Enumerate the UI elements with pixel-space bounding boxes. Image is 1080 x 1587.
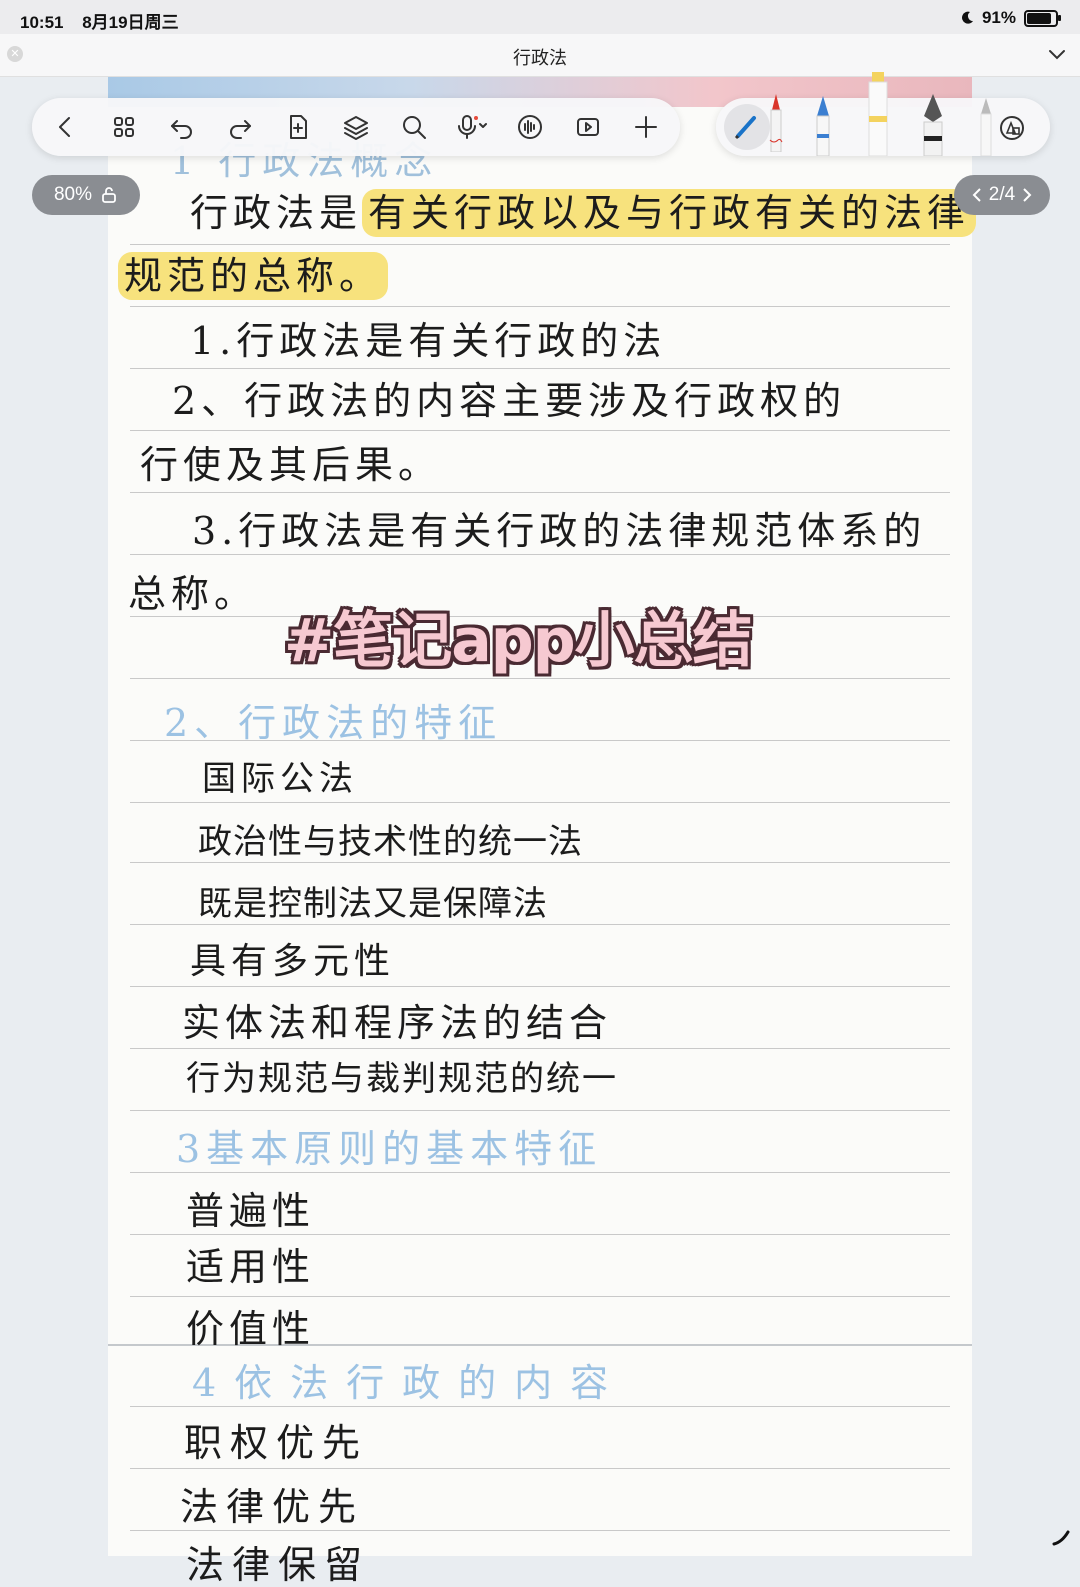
s2-item: 实体法和程序法的结合 (182, 1001, 613, 1045)
undo-icon[interactable] (166, 111, 198, 143)
pencil-icon[interactable] (812, 94, 834, 157)
ruled-line (130, 1110, 950, 1111)
ruled-line (130, 802, 950, 803)
ruled-line (130, 430, 950, 431)
document-title[interactable]: 行政法 (0, 44, 1080, 70)
ruled-line (130, 1406, 950, 1407)
fountain-pen-icon[interactable] (920, 92, 946, 157)
s4-item: 法律保留 (186, 1543, 371, 1587)
s2-item: 政治性与技术性的统一法 (198, 822, 583, 862)
ruled-line (130, 492, 950, 493)
note-line-1: 行政法是 有关行政以及与行政有关的法律 (190, 189, 977, 237)
redo-icon[interactable] (224, 111, 256, 143)
add-page-icon[interactable] (282, 111, 314, 143)
note-item-3a: 3.行政法是有关行政的法律规范体系的 (192, 509, 927, 553)
ruled-line (130, 1296, 950, 1297)
eraser-pencil-icon[interactable] (978, 96, 994, 157)
ruled-line (130, 862, 950, 863)
title-bar: ✕ 行政法 (0, 34, 1080, 77)
overlay-hashtag: #笔记app小总结 (284, 606, 753, 676)
back-icon[interactable] (50, 111, 82, 143)
zoom-indicator[interactable]: 80% (32, 175, 140, 215)
note-line-2: 规范的总称。 (118, 252, 389, 300)
ruled-line (130, 244, 950, 245)
layers-icon[interactable] (340, 111, 372, 143)
s2-item: 行为规范与裁判规范的统一 (186, 1059, 618, 1099)
microphone-icon[interactable] (452, 111, 496, 143)
search-icon[interactable] (398, 111, 430, 143)
chevron-left-icon[interactable] (971, 186, 983, 204)
note-item-2b: 行使及其后果。 (140, 443, 442, 487)
pen-icon[interactable] (724, 104, 770, 150)
section-2-heading: 2、行政法的特征 (164, 701, 503, 745)
shapes-icon[interactable] (998, 114, 1026, 142)
s2-item: 具有多元性 (190, 941, 396, 982)
ruled-line (130, 306, 950, 307)
s4-item: 法律优先 (180, 1485, 365, 1529)
plus-icon[interactable] (630, 111, 662, 143)
marker-icon[interactable] (766, 92, 786, 153)
note-item-1: 1.行政法是有关行政的法 (190, 319, 667, 363)
highlighted-text: 规范的总称。 (118, 252, 389, 300)
ruled-line (130, 1530, 950, 1531)
ruled-line (130, 554, 950, 555)
moon-icon (961, 11, 973, 24)
status-time: 10:51 (20, 13, 64, 32)
section-4-heading: 4依法行政的内容 (192, 1361, 627, 1405)
s2-item: 国际公法 (202, 759, 358, 799)
zoom-label: 80% (53, 184, 93, 205)
note-toolbar (32, 98, 680, 156)
s4-item: 职权优先 (184, 1421, 369, 1465)
battery-percent: 91% (981, 8, 1016, 27)
pencil-hover-icon (1052, 1530, 1070, 1546)
ruled-line (130, 1234, 950, 1235)
chevron-right-icon[interactable] (1021, 186, 1033, 204)
ruled-line (130, 986, 950, 987)
grid-icon[interactable] (108, 111, 140, 143)
s3-item: 适用性 (186, 1245, 316, 1289)
chevron-down-icon[interactable] (1046, 44, 1068, 64)
highlighted-text: 有关行政以及与行政有关的法律 (362, 189, 977, 237)
audio-wave-icon[interactable] (514, 111, 546, 143)
battery-icon (1024, 9, 1061, 27)
unlock-icon (102, 187, 116, 203)
ruled-line (130, 924, 950, 925)
ruled-line (130, 368, 950, 369)
pen-tray (716, 72, 1050, 157)
s3-item: 价值性 (186, 1307, 316, 1351)
note-item-2a: 2、行政法的内容主要涉及行政权的 (172, 379, 847, 423)
page-indicator: 2/4 (954, 175, 1050, 215)
status-bar: 10:51 8月19日周三 91% (0, 0, 1080, 34)
ruled-line (130, 1468, 950, 1469)
play-icon[interactable] (572, 111, 604, 143)
page-number: 2/4 (988, 184, 1016, 205)
ruled-line (130, 1048, 950, 1049)
section-3-heading: 3基本原则的基本特征 (176, 1127, 603, 1171)
note-item-3b: 总称。 (128, 572, 258, 616)
highlighter-icon[interactable] (866, 72, 890, 157)
status-date: 8月19日周三 (82, 13, 179, 32)
ruled-line (130, 1172, 950, 1173)
note-text: 行政法是 (190, 191, 363, 235)
s3-item: 普遍性 (186, 1189, 316, 1233)
s2-item: 既是控制法又是保障法 (198, 884, 548, 924)
